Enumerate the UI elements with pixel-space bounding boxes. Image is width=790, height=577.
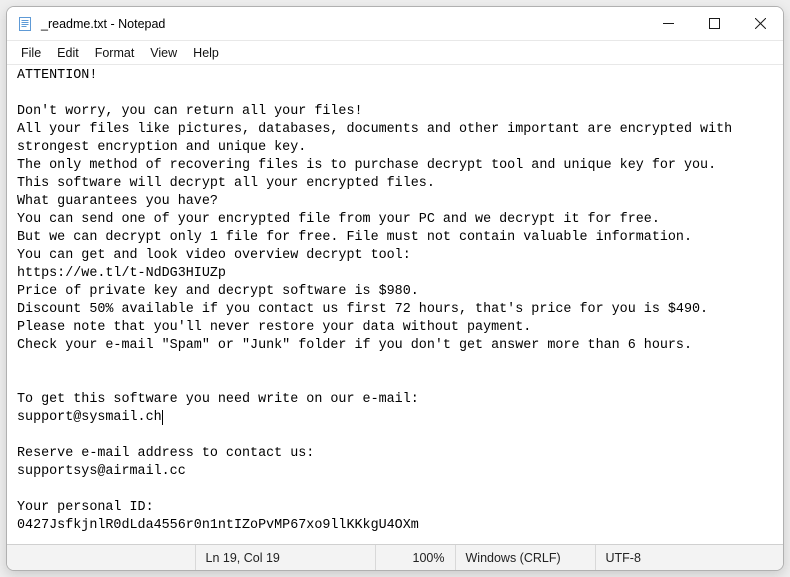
text-line: support@sysmail.ch	[17, 410, 162, 425]
window-title: _readme.txt - Notepad	[41, 17, 165, 31]
menu-edit[interactable]: Edit	[49, 44, 87, 62]
text-line: You can get and look video overview decr…	[17, 248, 411, 263]
statusbar: Ln 19, Col 19 100% Windows (CRLF) UTF-8	[7, 544, 783, 570]
notepad-app-icon	[17, 16, 33, 32]
menu-view[interactable]: View	[142, 44, 185, 62]
text-line: Discount 50% available if you contact us…	[17, 302, 708, 317]
text-line: Please note that you'll never restore yo…	[17, 320, 531, 335]
text-line: All your files like pictures, databases,…	[17, 122, 740, 155]
notepad-window: _readme.txt - Notepad File Edit Format V…	[6, 6, 784, 571]
statusbar-line-ending: Windows (CRLF)	[455, 545, 595, 570]
minimize-button[interactable]	[645, 7, 691, 41]
close-button[interactable]	[737, 7, 783, 41]
text-line: This software will decrypt all your encr…	[17, 176, 435, 191]
text-line: https://we.tl/t-NdDG3HIUZp	[17, 266, 226, 281]
text-caret	[162, 410, 163, 425]
text-line: supportsys@airmail.cc	[17, 464, 186, 479]
text-line: What guarantees you have?	[17, 194, 218, 209]
text-line: Price of private key and decrypt softwar…	[17, 284, 419, 299]
statusbar-spacer	[7, 545, 195, 570]
text-line: 0427JsfkjnlR0dLda4556r0n1ntIZoPvMP67xo9l…	[17, 518, 419, 533]
menu-format[interactable]: Format	[87, 44, 143, 62]
statusbar-encoding: UTF-8	[595, 545, 784, 570]
text-line: Your personal ID:	[17, 500, 154, 515]
text-line: ATTENTION!	[17, 68, 97, 83]
text-line: To get this software you need write on o…	[17, 392, 419, 407]
statusbar-zoom: 100%	[375, 545, 455, 570]
text-line: Reserve e-mail address to contact us:	[17, 446, 314, 461]
menu-help[interactable]: Help	[185, 44, 227, 62]
text-line: You can send one of your encrypted file …	[17, 212, 660, 227]
text-editor[interactable]: ATTENTION! Don't worry, you can return a…	[7, 65, 783, 544]
menubar: File Edit Format View Help	[7, 41, 783, 65]
text-line: But we can decrypt only 1 file for free.…	[17, 230, 692, 245]
menu-file[interactable]: File	[13, 44, 49, 62]
text-line: Check your e-mail "Spam" or "Junk" folde…	[17, 338, 692, 353]
text-line: The only method of recovering files is t…	[17, 158, 716, 173]
maximize-button[interactable]	[691, 7, 737, 41]
text-line: Don't worry, you can return all your fil…	[17, 104, 363, 119]
statusbar-line-col: Ln 19, Col 19	[195, 545, 375, 570]
titlebar: _readme.txt - Notepad	[7, 7, 783, 41]
